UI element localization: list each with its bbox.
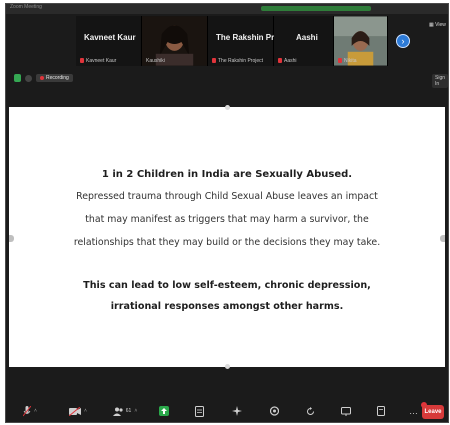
participants-icon xyxy=(112,407,123,416)
next-page-arrow-icon[interactable] xyxy=(440,235,445,242)
meeting-toolbar: ˄ ˄ 61 ˄ … xyxy=(6,400,448,422)
slide-emphasis-line: This can lead to low self-esteem, chroni… xyxy=(83,280,371,291)
caret-up-icon[interactable]: ˄ xyxy=(34,408,37,414)
slide-body-line: relationships that they may build or the… xyxy=(73,237,381,248)
participant-label: Kavneet Kaur xyxy=(80,58,116,64)
participant-strip: Kavneet Kaur Kavneet Kaur Kaushiki The R… xyxy=(76,16,388,66)
notes-button[interactable] xyxy=(364,400,398,422)
info-icon[interactable] xyxy=(25,74,32,82)
participants-button[interactable]: 61 ˄ xyxy=(102,400,148,422)
slide-body-line: Repressed trauma through Child Sexual Ab… xyxy=(76,191,378,202)
next-participants-button[interactable]: › xyxy=(396,34,410,48)
chat-button[interactable] xyxy=(180,400,218,422)
share-screen-button[interactable] xyxy=(148,400,180,422)
previous-page-arrow-icon[interactable] xyxy=(9,235,14,242)
view-label: View xyxy=(435,22,446,28)
participant-name: Aashi xyxy=(296,33,318,42)
participants-count: 61 xyxy=(125,408,132,414)
participant-label-text: Kavneet Kaur xyxy=(86,58,117,64)
mute-button[interactable]: ˄ xyxy=(6,400,54,422)
document-icon xyxy=(194,405,204,417)
scroll-handle-icon[interactable] xyxy=(225,364,230,369)
participant-tile[interactable]: Kavneet Kaur Kavneet Kaur xyxy=(76,16,142,66)
participant-label: Nikita xyxy=(338,58,357,64)
window-title: Zoom Meeting xyxy=(10,4,42,10)
sign-in-button[interactable]: Sign In xyxy=(432,74,448,88)
participant-label: The Rakshin Project xyxy=(212,58,263,64)
screenshot-root: Zoom Meeting Kavneet Kaur Kavneet Kaur K… xyxy=(0,0,450,425)
screen-icon xyxy=(341,406,351,416)
leave-button[interactable]: Leave xyxy=(422,405,444,419)
participant-label-text: The Rakshin Project xyxy=(218,58,264,64)
muted-mic-icon xyxy=(212,58,216,64)
participant-tile[interactable]: Kaushiki xyxy=(142,16,208,66)
caret-up-icon[interactable]: ˄ xyxy=(84,408,87,414)
record-dot-icon xyxy=(40,76,44,80)
muted-mic-icon xyxy=(278,58,282,64)
whiteboard-button[interactable] xyxy=(292,400,328,422)
participant-label: Aashi xyxy=(278,58,297,64)
recording-label: Recording xyxy=(46,75,69,81)
refresh-icon xyxy=(306,406,314,415)
view-button[interactable]: ▦ View xyxy=(429,22,446,28)
participant-label: Kaushiki xyxy=(146,58,165,64)
participant-label-text: Kaushiki xyxy=(146,58,165,64)
share-screen-icon xyxy=(159,406,169,416)
microphone-icon xyxy=(23,405,32,416)
shield-icon[interactable] xyxy=(14,74,21,82)
participant-label-text: Aashi xyxy=(284,58,297,64)
notes-icon xyxy=(377,406,385,416)
muted-mic-icon xyxy=(338,58,342,64)
reactions-button[interactable] xyxy=(218,400,256,422)
stop-video-button[interactable]: ˄ xyxy=(54,400,102,422)
participant-name: Kavneet Kaur xyxy=(84,33,136,42)
caret-up-icon[interactable]: ˄ xyxy=(134,408,137,414)
slide-body-line: that may manifest as triggers that may h… xyxy=(85,214,369,225)
scroll-handle-icon[interactable] xyxy=(225,105,230,110)
shared-screen-slide: 1 in 2 Children in India are Sexually Ab… xyxy=(9,105,445,369)
captions-button[interactable] xyxy=(328,400,364,422)
participant-tile[interactable]: Aashi Aashi xyxy=(274,16,334,66)
sparkle-icon xyxy=(232,406,242,416)
muted-mic-icon xyxy=(80,58,84,64)
participant-tile[interactable]: The Rakshin Pro... The Rakshin Project xyxy=(208,16,286,66)
meeting-status-row: Recording xyxy=(14,72,73,84)
participant-tile[interactable]: Nikita xyxy=(334,16,388,66)
apps-button[interactable] xyxy=(256,400,292,422)
video-camera-icon xyxy=(69,406,82,416)
zoom-meeting-window: Zoom Meeting Kavneet Kaur Kavneet Kaur K… xyxy=(5,3,449,423)
slide-emphasis-line: irrational responses amongst other harms… xyxy=(110,301,344,312)
recording-indicator[interactable]: Recording xyxy=(36,74,73,82)
apps-icon xyxy=(269,406,279,416)
participant-label-text: Nikita xyxy=(344,58,357,64)
more-icon: … xyxy=(409,406,419,416)
sharing-indicator-bar[interactable] xyxy=(261,6,371,11)
slide-headline: 1 in 2 Children in India are Sexually Ab… xyxy=(101,169,353,180)
title-strip: Zoom Meeting xyxy=(6,4,448,14)
